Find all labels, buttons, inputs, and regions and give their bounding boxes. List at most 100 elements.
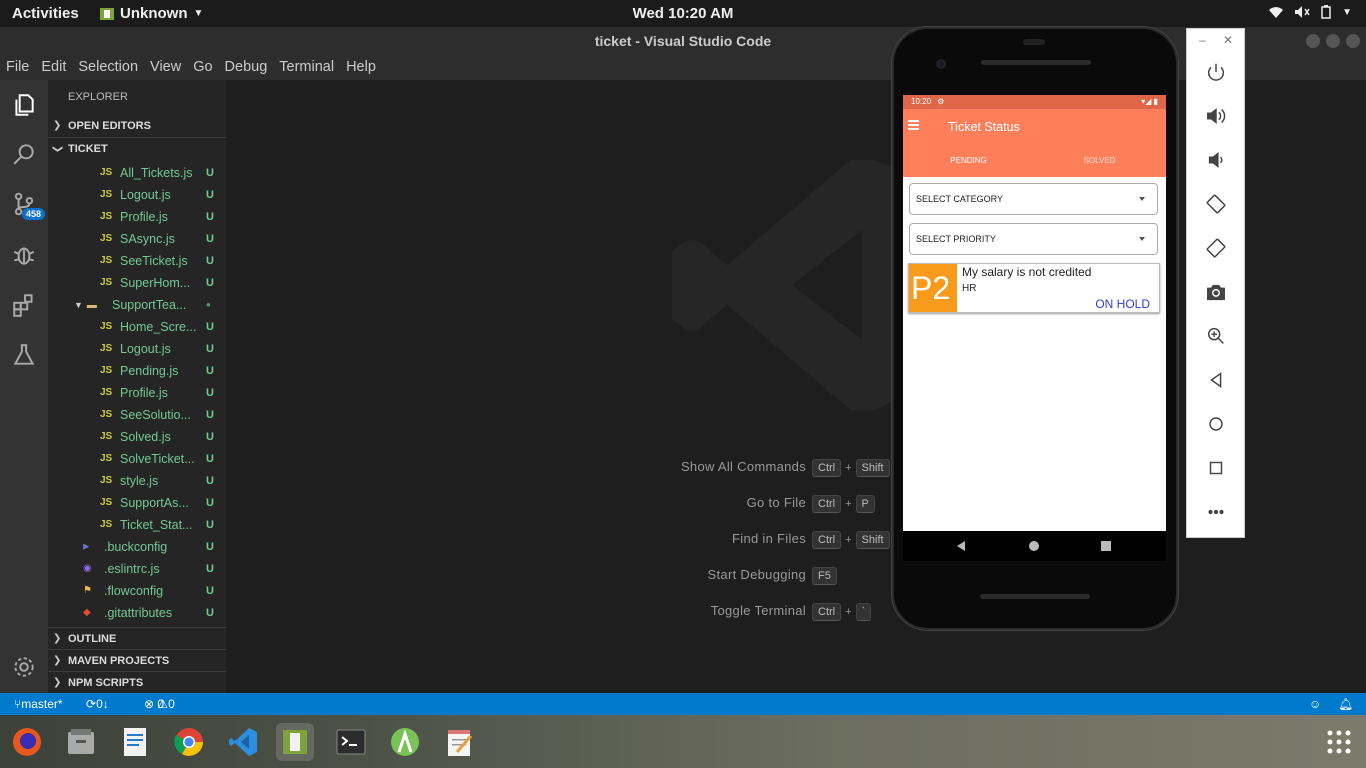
test-flask-icon[interactable] (0, 335, 48, 375)
battery-icon (1321, 5, 1331, 19)
menu-file[interactable]: File (0, 55, 35, 80)
file-item[interactable]: JS SupportAs... U (48, 492, 226, 514)
home-icon[interactable] (1028, 540, 1040, 552)
file-item[interactable]: ⚑ .flowconfig U (48, 580, 226, 602)
debug-icon[interactable] (0, 235, 48, 275)
file-item[interactable]: JS Logout.js U (48, 184, 226, 206)
more-icon[interactable] (1203, 499, 1229, 525)
menu-terminal[interactable]: Terminal (273, 55, 340, 80)
home-icon[interactable] (1203, 411, 1229, 437)
js-file-icon: JS (100, 189, 113, 200)
firefox-icon[interactable] (8, 723, 46, 761)
key-cap: Ctrl (812, 531, 842, 549)
menu-go[interactable]: Go (187, 55, 218, 80)
file-item[interactable]: JS style.js U (48, 470, 226, 492)
front-camera (936, 59, 946, 69)
minimize-icon[interactable]: – (1199, 33, 1206, 47)
chrome-icon[interactable] (170, 723, 208, 761)
file-item[interactable]: JS SeeSolutio... U (48, 404, 226, 426)
file-item[interactable]: JS Home_Scre... U (48, 316, 226, 338)
recents-icon[interactable] (1100, 540, 1112, 552)
close-icon[interactable]: ✕ (1223, 33, 1233, 47)
close-button[interactable] (1346, 34, 1360, 48)
menu-view[interactable]: View (144, 55, 187, 80)
menu-debug[interactable]: Debug (219, 55, 274, 80)
volume-down-icon[interactable] (1203, 147, 1229, 173)
smiley-feedback-icon[interactable]: ☺ (1309, 693, 1321, 715)
chevron-down-icon: ❯ (52, 144, 64, 154)
dropdown-arrow-icon (1139, 237, 1145, 241)
keybinding: Ctrl + P (812, 495, 875, 513)
android-studio-icon[interactable] (386, 723, 424, 761)
git-branch[interactable]: ⑂ master* (14, 693, 63, 715)
system-tray[interactable]: ▼ (1268, 5, 1352, 19)
project-section[interactable]: ❯ TICKET (48, 137, 226, 159)
file-manager-icon[interactable] (62, 723, 100, 761)
file-item[interactable]: JS Profile.js U (48, 382, 226, 404)
key-separator: + (845, 534, 852, 546)
android-nav-bar (903, 531, 1166, 561)
search-icon[interactable] (0, 134, 48, 174)
clock[interactable]: Wed 10:20 AM (0, 5, 1366, 22)
tab-solved[interactable]: SOLVED (1034, 156, 1165, 165)
overview-icon[interactable] (1203, 455, 1229, 481)
sync-status[interactable]: ⟳ 0↓ 1↑ (86, 693, 109, 733)
file-item[interactable]: JS SolveTicket... U (48, 448, 226, 470)
priority-select[interactable]: SELECT PRIORITY (909, 223, 1158, 255)
back-icon[interactable] (1203, 367, 1229, 393)
file-item[interactable]: JS Pending.js U (48, 360, 226, 382)
terminal-icon[interactable] (332, 723, 370, 761)
open-editors-section[interactable]: ❯ OPEN EDITORS (48, 115, 226, 137)
key-cap: Ctrl (812, 459, 842, 477)
problems-status[interactable]: ⊗ 0 ⚠ 0 (144, 693, 175, 715)
source-control-icon[interactable]: 458 (0, 184, 48, 224)
emulator-toolbar: – ✕ (1186, 28, 1245, 538)
camera-icon[interactable] (1203, 279, 1229, 305)
file-item[interactable]: JS SAsync.js U (48, 228, 226, 250)
power-icon[interactable] (1203, 59, 1229, 85)
file-item[interactable]: JS Ticket_Stat... U (48, 514, 226, 536)
menu-edit[interactable]: Edit (35, 55, 72, 80)
rotate-right-icon[interactable] (1203, 235, 1229, 261)
file-name: SupportAs... (120, 496, 189, 510)
explorer-icon[interactable] (0, 85, 48, 125)
menu-selection[interactable]: Selection (72, 55, 144, 80)
folder-item[interactable]: ▼ ▬ SupportTea... ● (48, 294, 226, 316)
ticket-card[interactable]: P2 My salary is not credited HR ON HOLD (908, 263, 1160, 313)
maximize-button[interactable] (1326, 34, 1340, 48)
emulator-window-icon[interactable] (276, 723, 314, 761)
minimize-button[interactable] (1306, 34, 1320, 48)
js-file-icon: JS (100, 453, 113, 464)
gear-icon[interactable] (0, 647, 48, 687)
file-item[interactable]: JS Logout.js U (48, 338, 226, 360)
volume-up-icon[interactable] (1203, 103, 1229, 129)
text-document-icon[interactable] (116, 723, 154, 761)
maven-projects-section[interactable]: ❯ MAVEN PROJECTS (48, 649, 226, 671)
tab-pending[interactable]: PENDING (903, 156, 1034, 165)
file-name: .gitattributes (104, 606, 173, 620)
file-item[interactable]: ◉ .eslintrc.js U (48, 558, 226, 580)
js-file-icon: JS (100, 167, 113, 178)
file-item[interactable]: JS Profile.js U (48, 206, 226, 228)
file-item[interactable]: JS SuperHom... U (48, 272, 226, 294)
category-select[interactable]: SELECT CATEGORY (909, 183, 1158, 215)
file-item[interactable]: ⫸ .buckconfig U (48, 536, 226, 558)
file-item[interactable]: JS All_Tickets.js U (48, 162, 226, 184)
file-name: Profile.js (120, 210, 168, 224)
hamburger-menu-icon[interactable] (908, 120, 919, 130)
activity-bar: 458 (0, 80, 48, 693)
show-applications-icon[interactable] (1320, 723, 1358, 761)
zoom-icon[interactable] (1203, 323, 1229, 349)
vscode-icon[interactable] (224, 723, 262, 761)
file-item[interactable]: ◆ .gitattributes U (48, 602, 226, 624)
rotate-left-icon[interactable] (1203, 191, 1229, 217)
menu-help[interactable]: Help (340, 55, 382, 80)
back-icon[interactable] (955, 540, 967, 552)
file-item[interactable]: JS SeeTicket.js U (48, 250, 226, 272)
bell-icon[interactable]: 🔔︎ (1338, 693, 1353, 715)
extensions-icon[interactable] (0, 285, 48, 325)
file-item[interactable]: JS Solved.js U (48, 426, 226, 448)
npm-scripts-section[interactable]: ❯ NPM SCRIPTS (48, 671, 226, 693)
outline-section[interactable]: ❯ OUTLINE (48, 627, 226, 649)
text-editor-icon[interactable] (440, 723, 478, 761)
